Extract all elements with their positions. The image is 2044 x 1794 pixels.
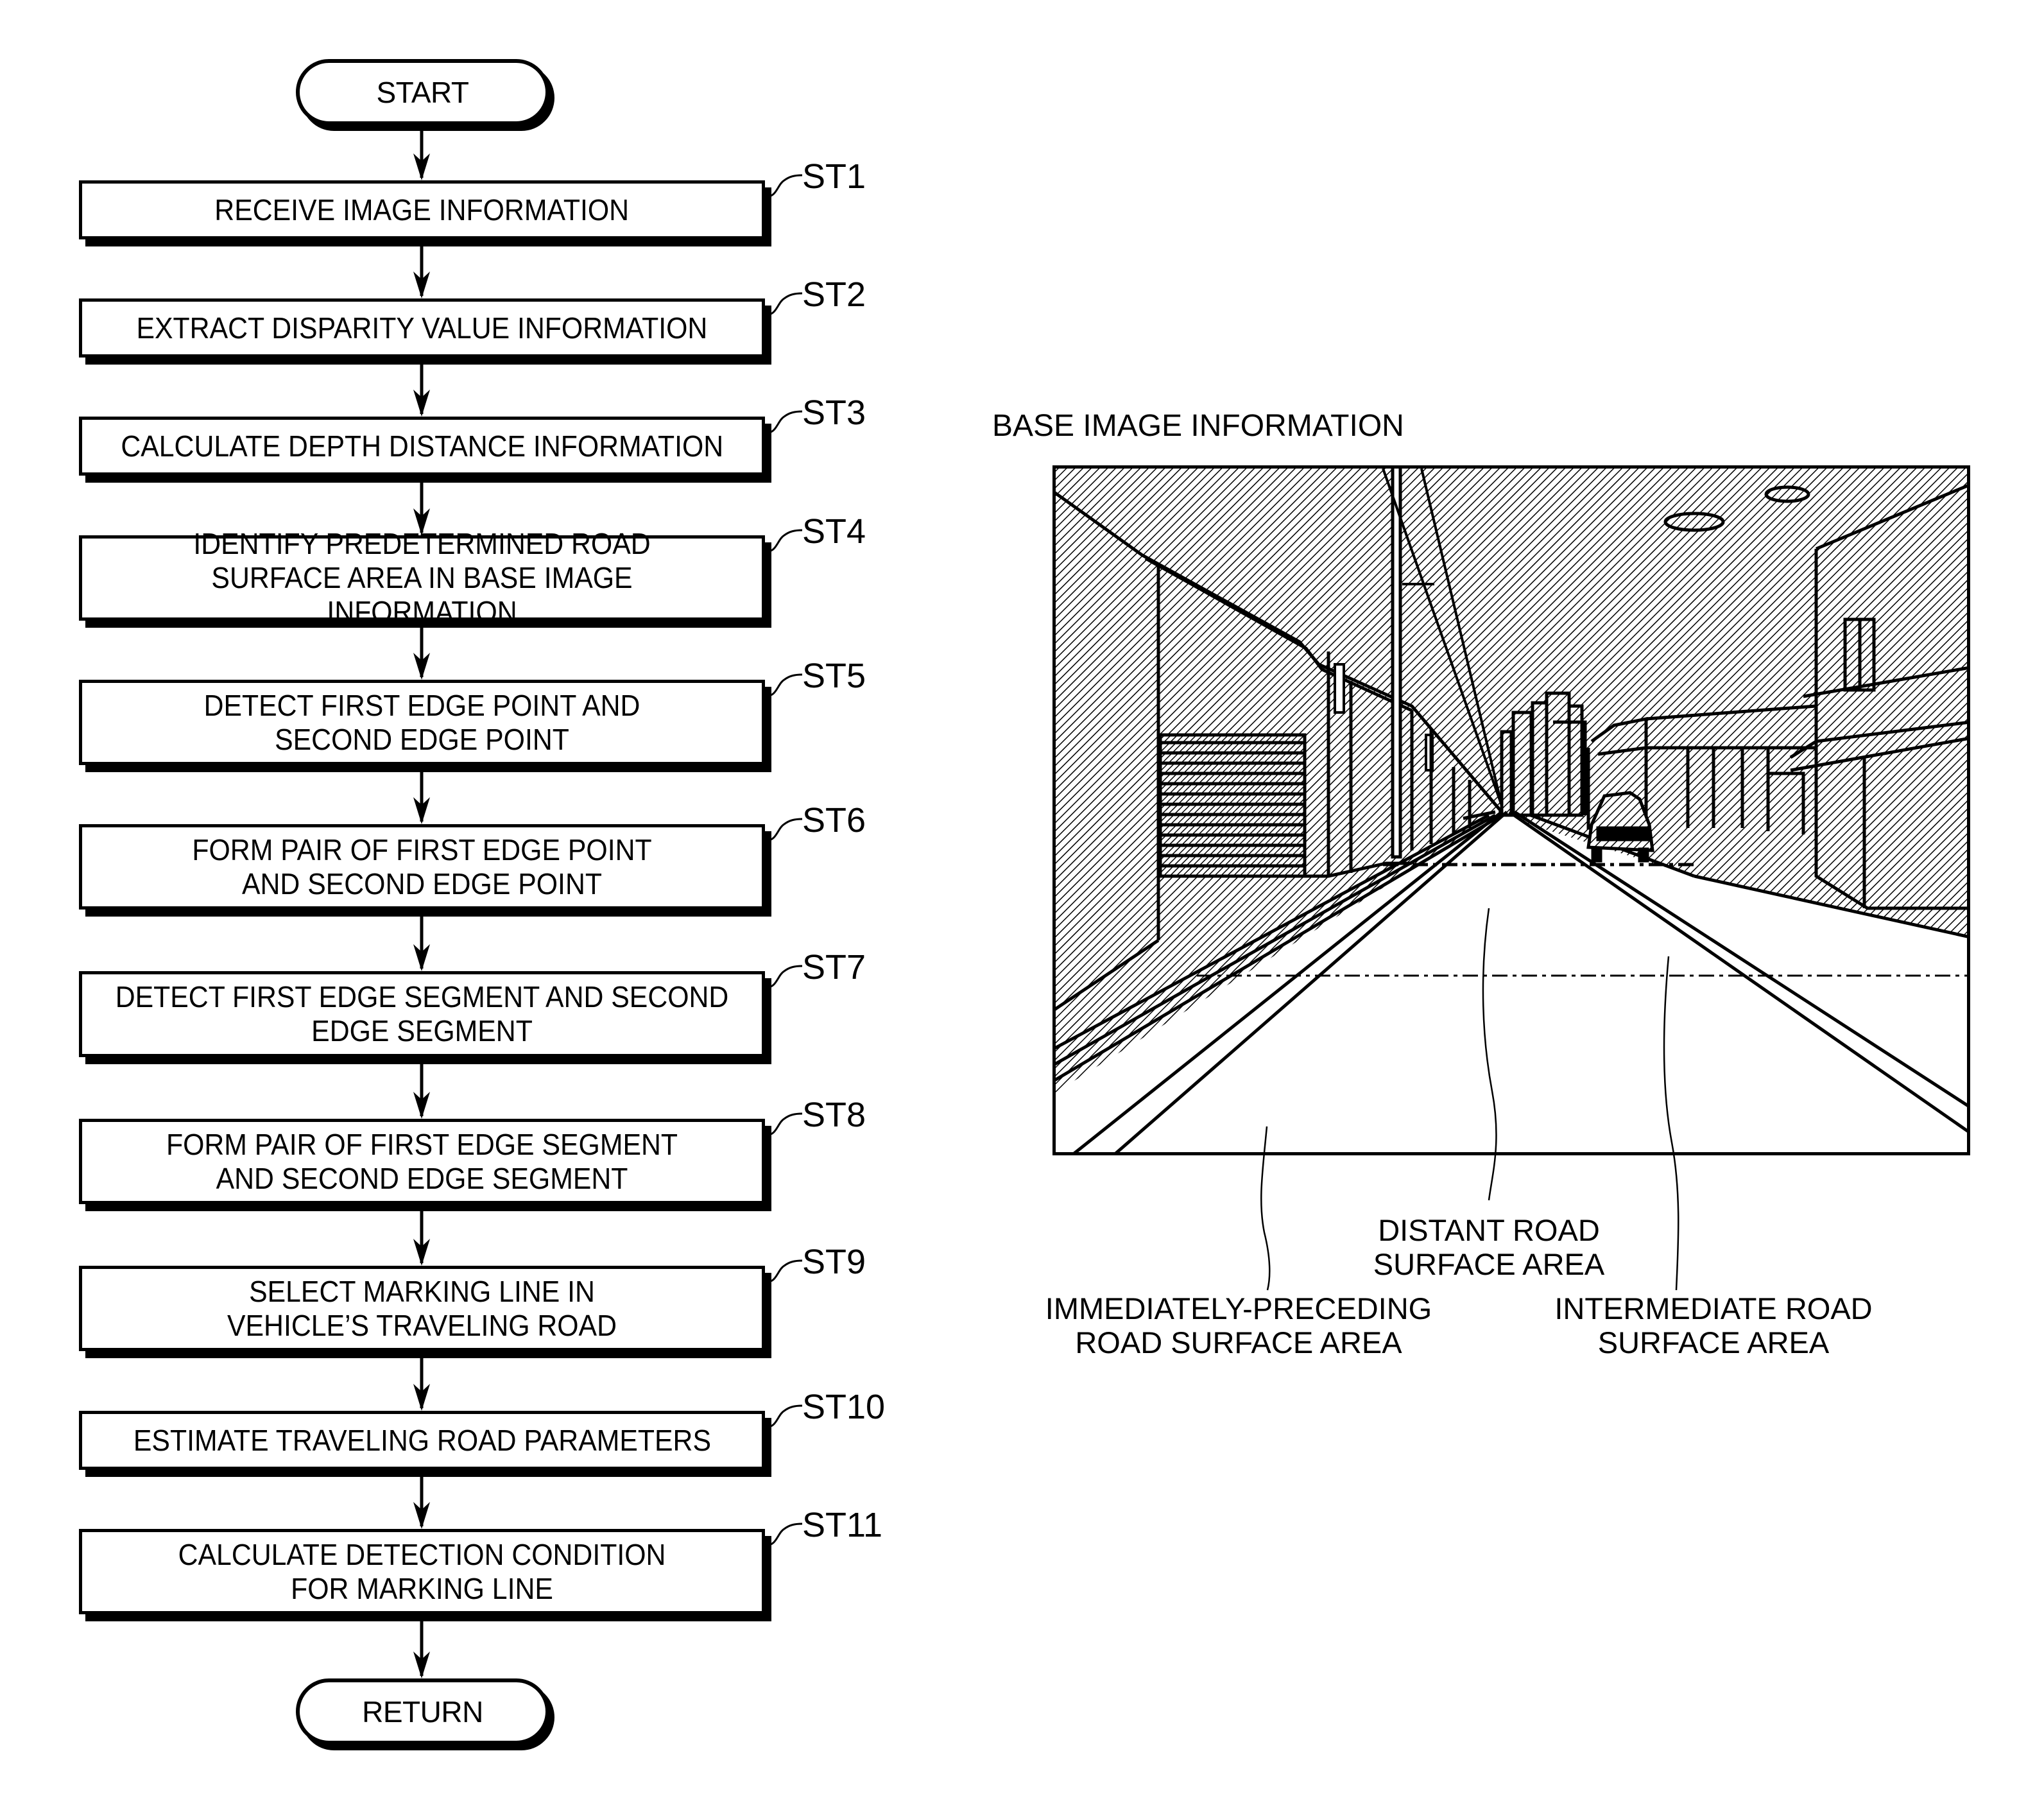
illustration-title: BASE IMAGE INFORMATION (992, 409, 1404, 443)
step-ref-connector (767, 529, 803, 553)
distant-buildings (1500, 691, 1587, 817)
step-ref-st8: ST8 (802, 1096, 866, 1134)
step-st9: SELECT MARKING LINE IN VEHICLE’S TRAVELI… (79, 1266, 765, 1351)
step-st3: CALCULATE DEPTH DISTANCE INFORMATION (79, 417, 765, 476)
step-ref-connector (767, 1522, 803, 1546)
step-ref-connector (767, 410, 803, 434)
step-st7: DETECT FIRST EDGE SEGMENT AND SECOND EDG… (79, 971, 765, 1057)
step-text: RECEIVE IMAGE INFORMATION (214, 193, 630, 227)
label-intermediate-road-surface-area: INTERMEDIATE ROAD SURFACE AREA (1554, 1291, 1873, 1359)
step-ref-st5: ST5 (802, 657, 866, 695)
start-label: START (376, 75, 469, 109)
step-st11: CALCULATE DETECTION CONDITION FOR MARKIN… (79, 1529, 765, 1614)
step-text: FORM PAIR OF FIRST EDGE SEGMENT AND SECO… (166, 1127, 678, 1195)
step-ref-connector (767, 965, 803, 988)
step-text: DETECT FIRST EDGE SEGMENT AND SECOND EDG… (115, 980, 729, 1048)
label-immediately-preceding-road-surface-area: IMMEDIATELY-PRECEDING ROAD SURFACE AREA (1045, 1291, 1432, 1359)
garage-shutter (1158, 733, 1307, 878)
step-st6: FORM PAIR OF FIRST EDGE POINT AND SECOND… (79, 824, 765, 910)
step-ref-connector (767, 174, 803, 198)
step-text: SELECT MARKING LINE IN VEHICLE’S TRAVELI… (227, 1274, 617, 1342)
step-ref-st4: ST4 (802, 512, 866, 551)
step-text: CALCULATE DEPTH DISTANCE INFORMATION (121, 429, 723, 463)
step-st2: EXTRACT DISPARITY VALUE INFORMATION (79, 298, 765, 358)
step-ref-connector (767, 292, 803, 316)
step-ref-connectors (767, 174, 803, 1546)
utility-pole (1391, 465, 1402, 859)
step-ref-connector (767, 818, 803, 841)
step-ref-st1: ST1 (802, 157, 866, 196)
label-distant-road-surface-area: DISTANT ROAD SURFACE AREA (1373, 1213, 1605, 1281)
step-text: CALCULATE DETECTION CONDITION FOR MARKIN… (178, 1537, 666, 1605)
step-ref-connector (767, 1259, 803, 1283)
return-label: RETURN (362, 1695, 483, 1729)
step-st1: RECEIVE IMAGE INFORMATION (79, 180, 765, 239)
step-ref-connector (767, 1404, 803, 1428)
step-st4: IDENTIFY PREDETERMINED ROAD SURFACE AREA… (79, 527, 765, 628)
step-ref-st7: ST7 (802, 948, 866, 987)
step-ref-st11: ST11 (802, 1506, 883, 1544)
step-text: ESTIMATE TRAVELING ROAD PARAMETERS (133, 1423, 711, 1457)
base-image-illustration (1052, 465, 1970, 1155)
step-text: IDENTIFY PREDETERMINED ROAD SURFACE AREA… (193, 527, 651, 628)
step-ref-st10: ST10 (802, 1388, 886, 1426)
step-st8: FORM PAIR OF FIRST EDGE SEGMENT AND SECO… (79, 1119, 765, 1204)
step-ref-st9: ST9 (802, 1243, 866, 1281)
step-ref-connector (767, 1112, 803, 1136)
window-left-small (1334, 663, 1345, 714)
step-ref-st2: ST2 (802, 275, 866, 314)
step-st10: ESTIMATE TRAVELING ROAD PARAMETERS (79, 1411, 765, 1470)
step-text: EXTRACT DISPARITY VALUE INFORMATION (136, 311, 708, 345)
step-st5: DETECT FIRST EDGE POINT AND SECOND EDGE … (79, 680, 765, 765)
step-text: FORM PAIR OF FIRST EDGE POINT AND SECOND… (192, 832, 652, 901)
start-terminal: START (296, 59, 549, 125)
return-terminal: RETURN (296, 1678, 549, 1745)
step-ref-st6: ST6 (802, 801, 866, 840)
step-text: DETECT FIRST EDGE POINT AND SECOND EDGE … (203, 688, 640, 756)
step-ref-connector (767, 673, 803, 697)
step-ref-st3: ST3 (802, 393, 866, 432)
